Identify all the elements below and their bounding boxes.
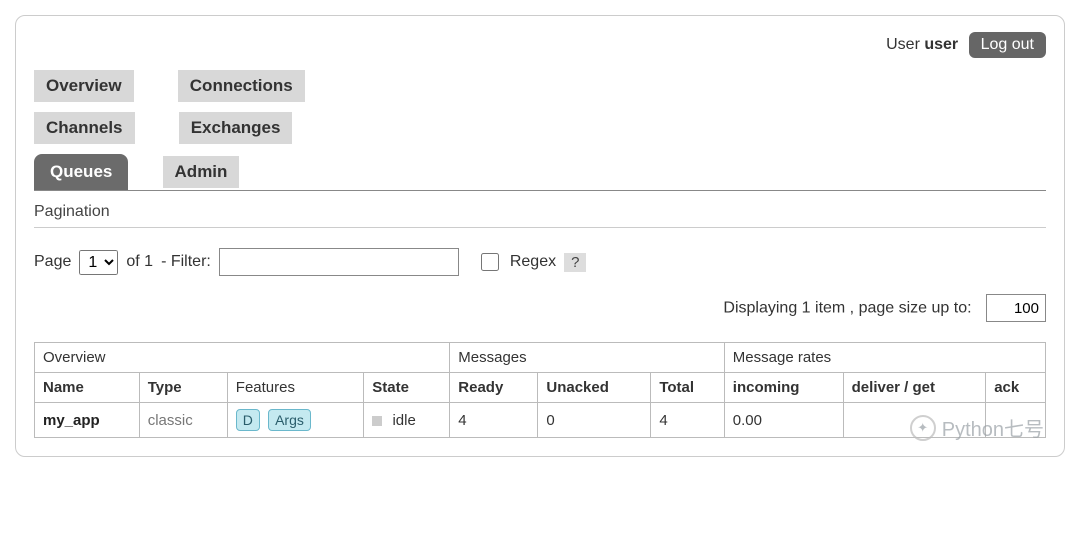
topbar: User user Log out xyxy=(34,26,1046,64)
pager-line: Page 1 of 1 - Filter: Regex ? xyxy=(34,234,1046,286)
tab-overview[interactable]: Overview xyxy=(34,70,134,102)
regex-label: Regex xyxy=(510,253,556,271)
col-features: Features xyxy=(227,373,364,403)
regex-checkbox[interactable] xyxy=(481,253,499,271)
group-rates: Message rates xyxy=(724,343,1045,373)
filter-input[interactable] xyxy=(219,248,459,276)
table-row: my_app classic D Args idle 4 0 4 0.00 xyxy=(35,403,1046,438)
col-name[interactable]: Name xyxy=(35,373,140,403)
of-label: of 1 xyxy=(126,253,153,271)
feature-durable-badge: D xyxy=(236,409,260,431)
page-label: Page xyxy=(34,253,71,271)
cell-total: 4 xyxy=(651,403,724,438)
col-ready[interactable]: Ready xyxy=(450,373,538,403)
col-total[interactable]: Total xyxy=(651,373,724,403)
tab-queues[interactable]: Queues xyxy=(34,154,128,190)
display-count-line: Displaying 1 item , page size up to: xyxy=(34,286,1046,342)
col-incoming[interactable]: incoming xyxy=(724,373,843,403)
cell-deliver-get xyxy=(843,403,986,438)
group-messages: Messages xyxy=(450,343,725,373)
displaying-text: Displaying 1 item , page size up to: xyxy=(723,300,971,317)
cell-ready: 4 xyxy=(450,403,538,438)
col-unacked[interactable]: Unacked xyxy=(538,373,651,403)
queue-state: idle xyxy=(364,403,450,438)
tab-channels[interactable]: Channels xyxy=(34,112,135,144)
page-size-input[interactable] xyxy=(986,294,1046,322)
nav-tabs: Overview Connections Channels Exchanges … xyxy=(34,70,1046,191)
tab-admin[interactable]: Admin xyxy=(163,156,240,188)
col-state[interactable]: State xyxy=(364,373,450,403)
user-prefix: User xyxy=(886,36,920,53)
state-dot-icon xyxy=(372,416,382,426)
pagination-title: Pagination xyxy=(34,203,1046,228)
col-ack[interactable]: ack xyxy=(986,373,1046,403)
cell-ack xyxy=(986,403,1046,438)
state-text: idle xyxy=(392,412,415,429)
cell-incoming: 0.00 xyxy=(724,403,843,438)
queue-type: classic xyxy=(139,403,227,438)
col-type[interactable]: Type xyxy=(139,373,227,403)
filter-label: - Filter: xyxy=(161,253,211,271)
tab-connections[interactable]: Connections xyxy=(178,70,305,102)
page-select[interactable]: 1 xyxy=(79,250,118,275)
queue-features: D Args xyxy=(227,403,364,438)
col-deliver-get[interactable]: deliver / get xyxy=(843,373,986,403)
regex-help-button[interactable]: ? xyxy=(564,253,586,272)
group-overview: Overview xyxy=(35,343,450,373)
logout-button[interactable]: Log out xyxy=(969,32,1046,58)
feature-args-badge: Args xyxy=(268,409,311,431)
cell-unacked: 0 xyxy=(538,403,651,438)
tab-exchanges[interactable]: Exchanges xyxy=(179,112,293,144)
app-frame: User user Log out Overview Connections C… xyxy=(15,15,1065,457)
queue-name-link[interactable]: my_app xyxy=(35,403,140,438)
username: user xyxy=(924,36,958,53)
queues-table: Overview Messages Message rates Name Typ… xyxy=(34,342,1046,438)
